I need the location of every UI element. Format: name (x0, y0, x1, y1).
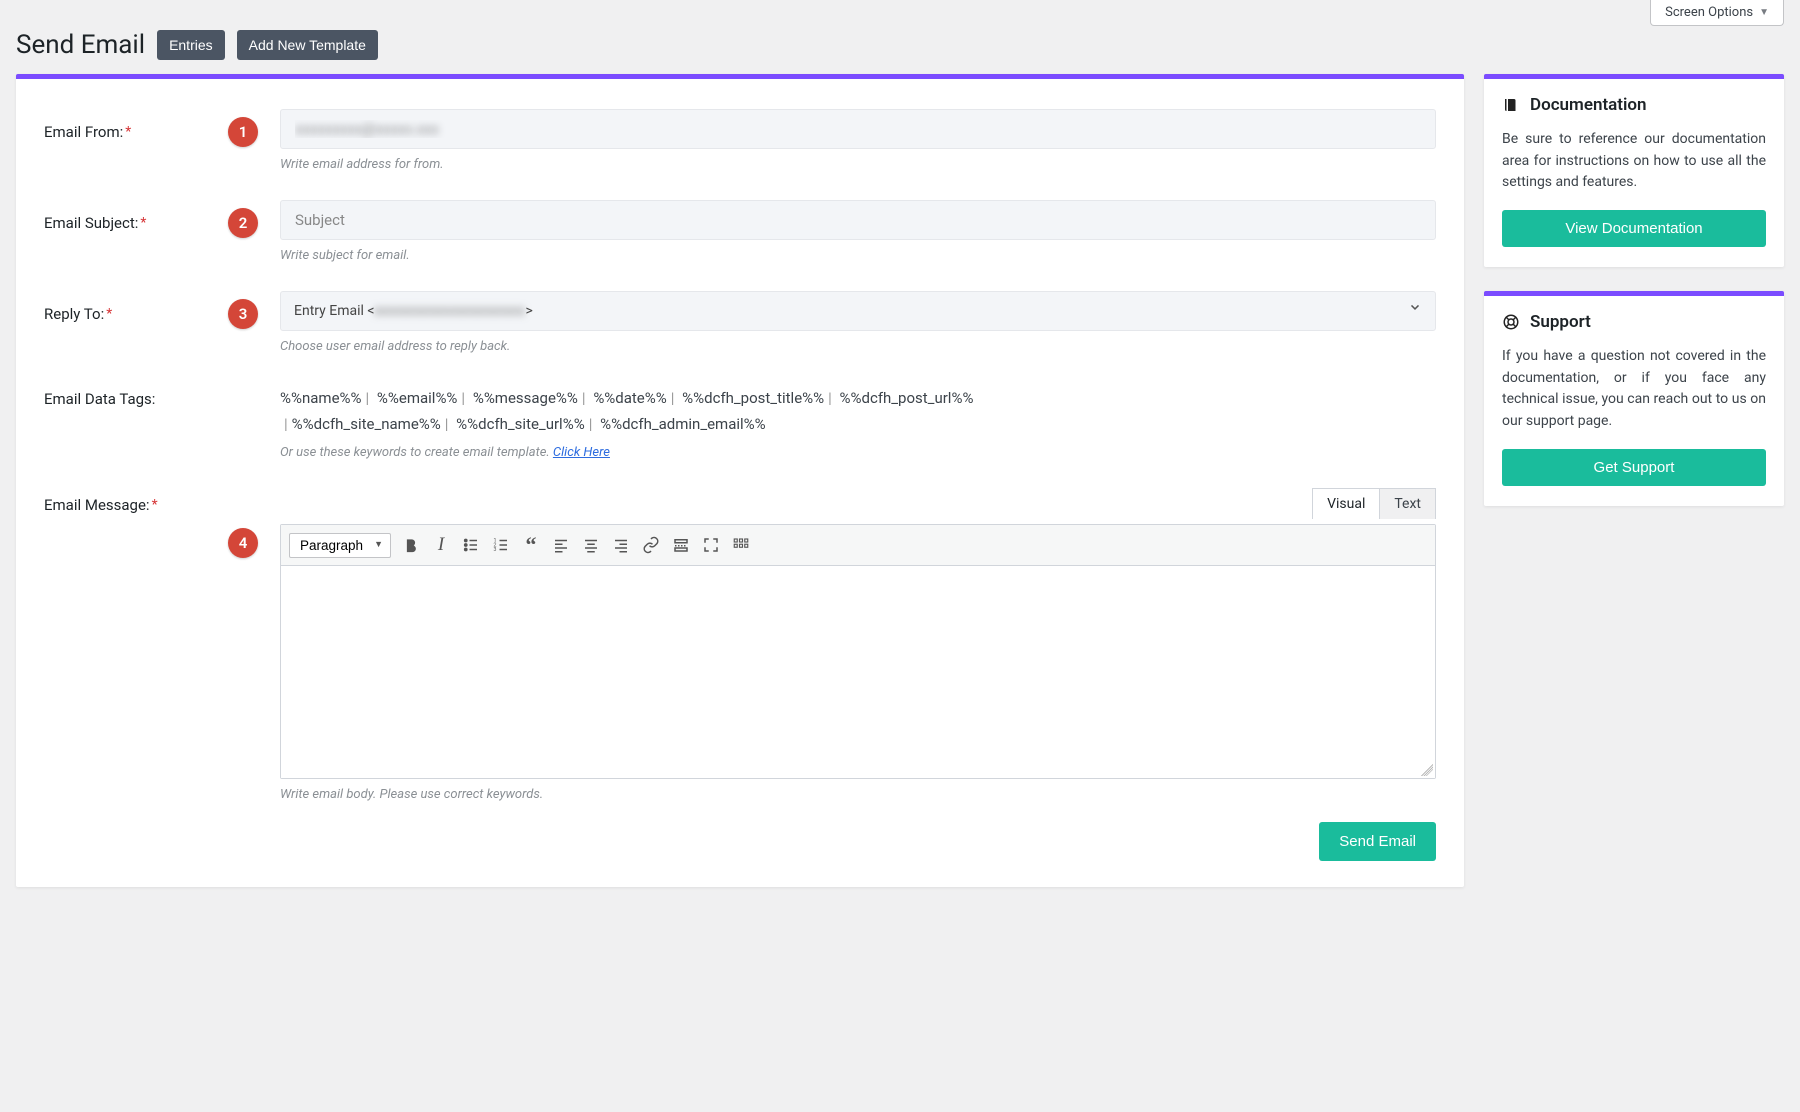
rich-text-editor: Paragraph ▼ I 123 “ (280, 524, 1436, 779)
email-from-label: Email From: (44, 123, 123, 141)
email-subject-helper: Write subject for email. (280, 248, 1436, 263)
get-support-button[interactable]: Get Support (1502, 449, 1766, 486)
screen-options-button[interactable]: Screen Options ▼ (1650, 0, 1784, 26)
bulleted-list-icon[interactable] (457, 531, 485, 559)
reply-to-label: Reply To: (44, 305, 104, 323)
entries-button[interactable]: Entries (157, 30, 225, 60)
send-email-button[interactable]: Send Email (1319, 822, 1436, 861)
format-select[interactable]: Paragraph (289, 533, 391, 558)
step-badge-1: 1 (228, 117, 258, 147)
toolbar-toggle-icon[interactable] (727, 531, 755, 559)
insert-more-icon[interactable] (667, 531, 695, 559)
tab-visual[interactable]: Visual (1312, 488, 1379, 519)
align-right-icon[interactable] (607, 531, 635, 559)
italic-icon[interactable]: I (427, 531, 455, 559)
numbered-list-icon[interactable]: 123 (487, 531, 515, 559)
support-title: Support (1530, 312, 1591, 332)
reply-to-helper: Choose user email address to reply back. (280, 339, 1436, 354)
align-left-icon[interactable] (547, 531, 575, 559)
fullscreen-icon[interactable] (697, 531, 725, 559)
reply-to-select[interactable] (280, 291, 1436, 331)
svg-text:3: 3 (494, 547, 497, 553)
life-ring-icon (1502, 313, 1520, 331)
data-tags-list: %%name%%| %%email%%| %%message%%| %%date… (280, 386, 1436, 437)
email-subject-label: Email Subject: (44, 214, 138, 232)
email-message-textarea[interactable] (281, 566, 1435, 764)
step-badge-4: 4 (228, 528, 258, 558)
blockquote-icon[interactable]: “ (517, 531, 545, 559)
required-indicator: * (106, 306, 112, 322)
documentation-title: Documentation (1530, 95, 1647, 115)
data-tags-helper: Or use these keywords to create email te… (280, 445, 1436, 460)
screen-options-label: Screen Options (1665, 5, 1753, 20)
bold-icon[interactable] (397, 531, 425, 559)
email-from-input[interactable] (280, 109, 1436, 149)
add-new-template-button[interactable]: Add New Template (237, 30, 378, 60)
email-message-label: Email Message: (44, 496, 150, 514)
documentation-panel: Documentation Be sure to reference our d… (1484, 74, 1784, 267)
tab-text[interactable]: Text (1379, 488, 1436, 519)
required-indicator: * (140, 215, 146, 231)
required-indicator: * (125, 124, 131, 140)
chevron-down-icon: ▼ (1759, 7, 1769, 18)
editor-toolbar: Paragraph ▼ I 123 “ (281, 525, 1435, 566)
resize-handle[interactable] (281, 764, 1435, 778)
send-email-form: Email From:* 1 Write email address for f… (16, 74, 1464, 887)
step-badge-2: 2 (228, 208, 258, 238)
link-icon[interactable] (637, 531, 665, 559)
view-documentation-button[interactable]: View Documentation (1502, 210, 1766, 247)
email-from-helper: Write email address for from. (280, 157, 1436, 172)
step-badge-3: 3 (228, 299, 258, 329)
support-panel: Support If you have a question not cover… (1484, 291, 1784, 506)
book-icon (1502, 96, 1520, 114)
support-text: If you have a question not covered in th… (1502, 346, 1766, 433)
documentation-text: Be sure to reference our documentation a… (1502, 129, 1766, 194)
click-here-link[interactable]: Click Here (553, 445, 610, 460)
email-message-helper: Write email body. Please use correct key… (280, 787, 1436, 802)
align-center-icon[interactable] (577, 531, 605, 559)
email-subject-input[interactable] (280, 200, 1436, 240)
page-title: Send Email (16, 30, 145, 60)
required-indicator: * (152, 497, 158, 513)
page-header: Send Email Entries Add New Template (0, 26, 1800, 74)
data-tags-label: Email Data Tags: (44, 390, 155, 408)
